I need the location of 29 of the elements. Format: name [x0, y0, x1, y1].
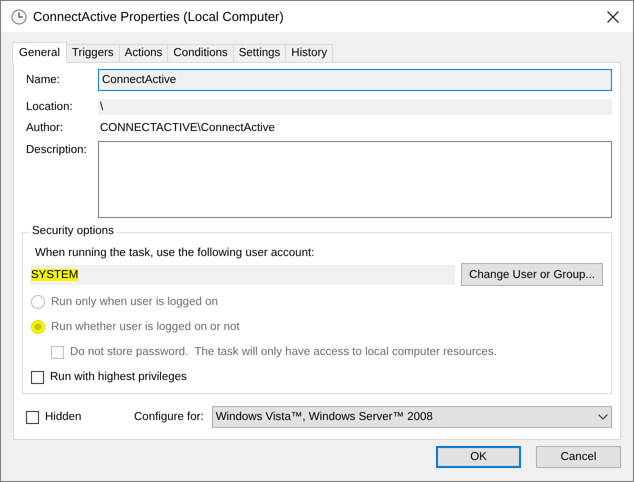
dialog-button[interactable]: Cancel — [536, 446, 621, 468]
field-label: Description: — [25, 143, 88, 156]
field-label: Name: — [25, 74, 61, 86]
close-icon — [607, 10, 619, 22]
option-label: Run whether user is logged on or not — [51, 321, 240, 333]
name-field[interactable]: ConnectActive — [98, 69, 612, 91]
account-field: SYSTEM — [31, 264, 456, 284]
clock-icon — [11, 8, 27, 24]
group-title: Security options — [29, 225, 117, 237]
chevron-down-icon — [598, 414, 608, 420]
checkbox[interactable] — [26, 410, 39, 424]
tab[interactable]: General — [12, 42, 67, 63]
checkbox[interactable] — [31, 370, 44, 384]
change-user-button[interactable]: Change User or Group... — [461, 263, 603, 286]
option-label: Run only when user is logged on — [51, 296, 218, 308]
option-label: Hidden — [45, 411, 82, 423]
option-label: Run with highest privileges — [50, 371, 187, 383]
field-label: Configure for: — [134, 411, 204, 423]
dialog-button[interactable]: OK — [436, 446, 521, 468]
tab[interactable]: History — [285, 44, 334, 62]
author-value: CONNECTACTIVE\ConnectActive — [99, 122, 276, 134]
description-field[interactable] — [98, 141, 612, 218]
field-label: Location: — [25, 101, 74, 113]
field-label: Author: — [25, 122, 64, 134]
configure-dropdown[interactable]: Windows Vista™, Windows Server™ 2008 — [212, 406, 612, 428]
account-prompt: When running the task, use the following user account: — [34, 247, 316, 259]
option-label: Do not store password. The task will only have access to local computer resources. — [70, 346, 497, 358]
window-title: ConnectActive Properties (Local Computer) — [33, 9, 285, 24]
location-field: \ — [98, 99, 612, 115]
